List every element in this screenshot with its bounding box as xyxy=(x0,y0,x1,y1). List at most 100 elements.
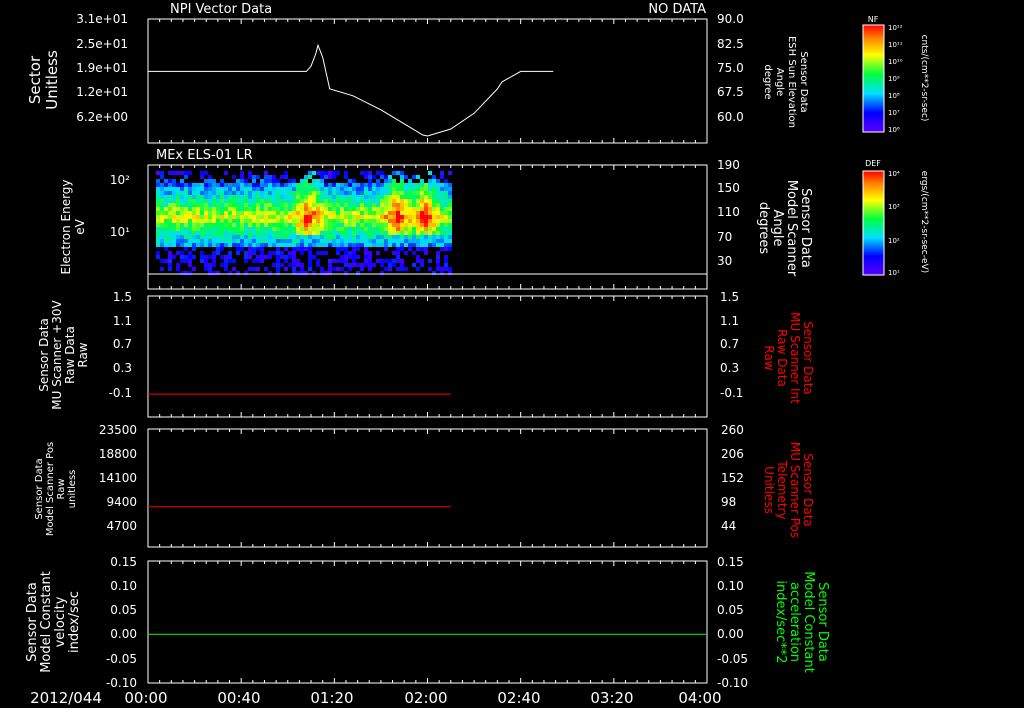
colorbar-def-gradient xyxy=(862,170,885,276)
spectrogram-cell xyxy=(228,215,232,219)
spectrogram-cell xyxy=(164,219,168,223)
spectrogram-cell xyxy=(284,215,288,219)
spectrogram-cell xyxy=(236,239,240,243)
spectrogram-cell xyxy=(324,251,328,255)
spectrogram-cell xyxy=(384,179,388,183)
spectrogram-cell xyxy=(348,211,352,215)
spectrogram-cell xyxy=(188,199,192,203)
spectrogram-cell xyxy=(444,215,448,219)
spectrogram-cell xyxy=(320,207,324,211)
spectrogram-cell xyxy=(328,207,332,211)
spectrogram-cell xyxy=(432,219,436,223)
spectrogram-cell xyxy=(260,203,264,207)
spectrogram-cell xyxy=(320,191,324,195)
spectrogram-cell xyxy=(448,183,452,187)
spectrogram-cell xyxy=(312,171,316,175)
spectrogram-cell xyxy=(356,231,360,235)
spectrogram-cell xyxy=(256,235,260,239)
spectrogram-cell xyxy=(256,231,260,235)
spectrogram-cell xyxy=(260,235,264,239)
spectrogram-cell xyxy=(284,235,288,239)
spectrogram-cell xyxy=(168,227,172,231)
spectrogram-cell xyxy=(192,243,196,247)
spectrogram-cell xyxy=(188,191,192,195)
spectrogram-cell xyxy=(324,219,328,223)
spectrogram-cell xyxy=(368,255,372,259)
spectrogram-cell xyxy=(240,207,244,211)
p4-right-label-line: Sensor Data xyxy=(801,453,815,527)
spectrogram-cell xyxy=(180,219,184,223)
spectrogram-cell xyxy=(204,243,208,247)
spectrogram-cell xyxy=(440,235,444,239)
spectrogram-cell xyxy=(172,183,176,187)
colorbar-nf-tick: 10⁹ xyxy=(888,75,900,83)
spectrogram-cell xyxy=(172,211,176,215)
spectrogram-cell xyxy=(312,255,316,259)
spectrogram-cell xyxy=(296,219,300,223)
spectrogram-cell xyxy=(300,187,304,191)
spectrogram-cell xyxy=(200,211,204,215)
spectrogram-cell xyxy=(256,239,260,243)
spectrogram-cell xyxy=(260,223,264,227)
spectrogram-cell xyxy=(364,207,368,211)
spectrogram-cell xyxy=(416,199,420,203)
spectrogram-cell xyxy=(264,235,268,239)
spectrogram-cell xyxy=(332,219,336,223)
spectrogram-cell xyxy=(284,267,288,271)
p3-right-label-line: Raw Data xyxy=(775,329,789,387)
spectrogram-cell xyxy=(324,231,328,235)
spectrogram-cell xyxy=(292,255,296,259)
spectrogram-cell xyxy=(220,243,224,247)
spectrogram-cell xyxy=(236,207,240,211)
spectrogram-cell xyxy=(340,187,344,191)
spectrogram-cell xyxy=(428,215,432,219)
spectrogram-cell xyxy=(420,183,424,187)
spectrogram-cell xyxy=(372,211,376,215)
spectrogram-cell xyxy=(204,171,208,175)
spectrogram-cell xyxy=(240,211,244,215)
spectrogram-cell xyxy=(436,251,440,255)
spectrogram-cell xyxy=(288,203,292,207)
spectrogram-cell xyxy=(368,199,372,203)
spectrogram-cell xyxy=(276,199,280,203)
spectrogram-cell xyxy=(264,255,268,259)
spectrogram-cell xyxy=(180,207,184,211)
spectrogram-cell xyxy=(168,243,172,247)
spectrogram-cell xyxy=(392,251,396,255)
spectrogram-cell xyxy=(436,219,440,223)
spectrogram-cell xyxy=(252,223,256,227)
spectrogram-cell xyxy=(408,215,412,219)
spectrogram-cell xyxy=(424,203,428,207)
spectrogram-cell xyxy=(252,251,256,255)
spectrogram-cell xyxy=(260,211,264,215)
spectrogram-cell xyxy=(292,231,296,235)
spectrogram-cell xyxy=(228,227,232,231)
spectrogram-cell xyxy=(316,199,320,203)
spectrogram-cell xyxy=(348,195,352,199)
spectrogram-cell xyxy=(156,183,160,187)
spectrogram-cell xyxy=(212,195,216,199)
spectrogram-cell xyxy=(248,171,252,175)
spectrogram-cell xyxy=(284,211,288,215)
spectrogram-cell xyxy=(344,263,348,267)
spectrogram-cell xyxy=(388,191,392,195)
spectrogram-cell xyxy=(328,235,332,239)
p2-left-tick: 10¹ xyxy=(110,225,130,239)
spectrogram-cell xyxy=(368,203,372,207)
spectrogram-cell xyxy=(408,231,412,235)
spectrogram-cell xyxy=(244,211,248,215)
p3-left-tick: 1.1 xyxy=(113,314,132,328)
spectrogram-cell xyxy=(200,171,204,175)
spectrogram-cell xyxy=(360,211,364,215)
spectrogram-cell xyxy=(352,243,356,247)
spectrogram-cell xyxy=(356,207,360,211)
spectrogram-cell xyxy=(236,203,240,207)
spectrogram-cell xyxy=(180,255,184,259)
spectrogram-cell xyxy=(348,183,352,187)
spectrogram-cell xyxy=(360,199,364,203)
spectrogram-cell xyxy=(156,223,160,227)
spectrogram-cell xyxy=(412,191,416,195)
spectrogram-cell xyxy=(272,207,276,211)
spectrogram-cell xyxy=(260,219,264,223)
spectrogram-cell xyxy=(308,211,312,215)
